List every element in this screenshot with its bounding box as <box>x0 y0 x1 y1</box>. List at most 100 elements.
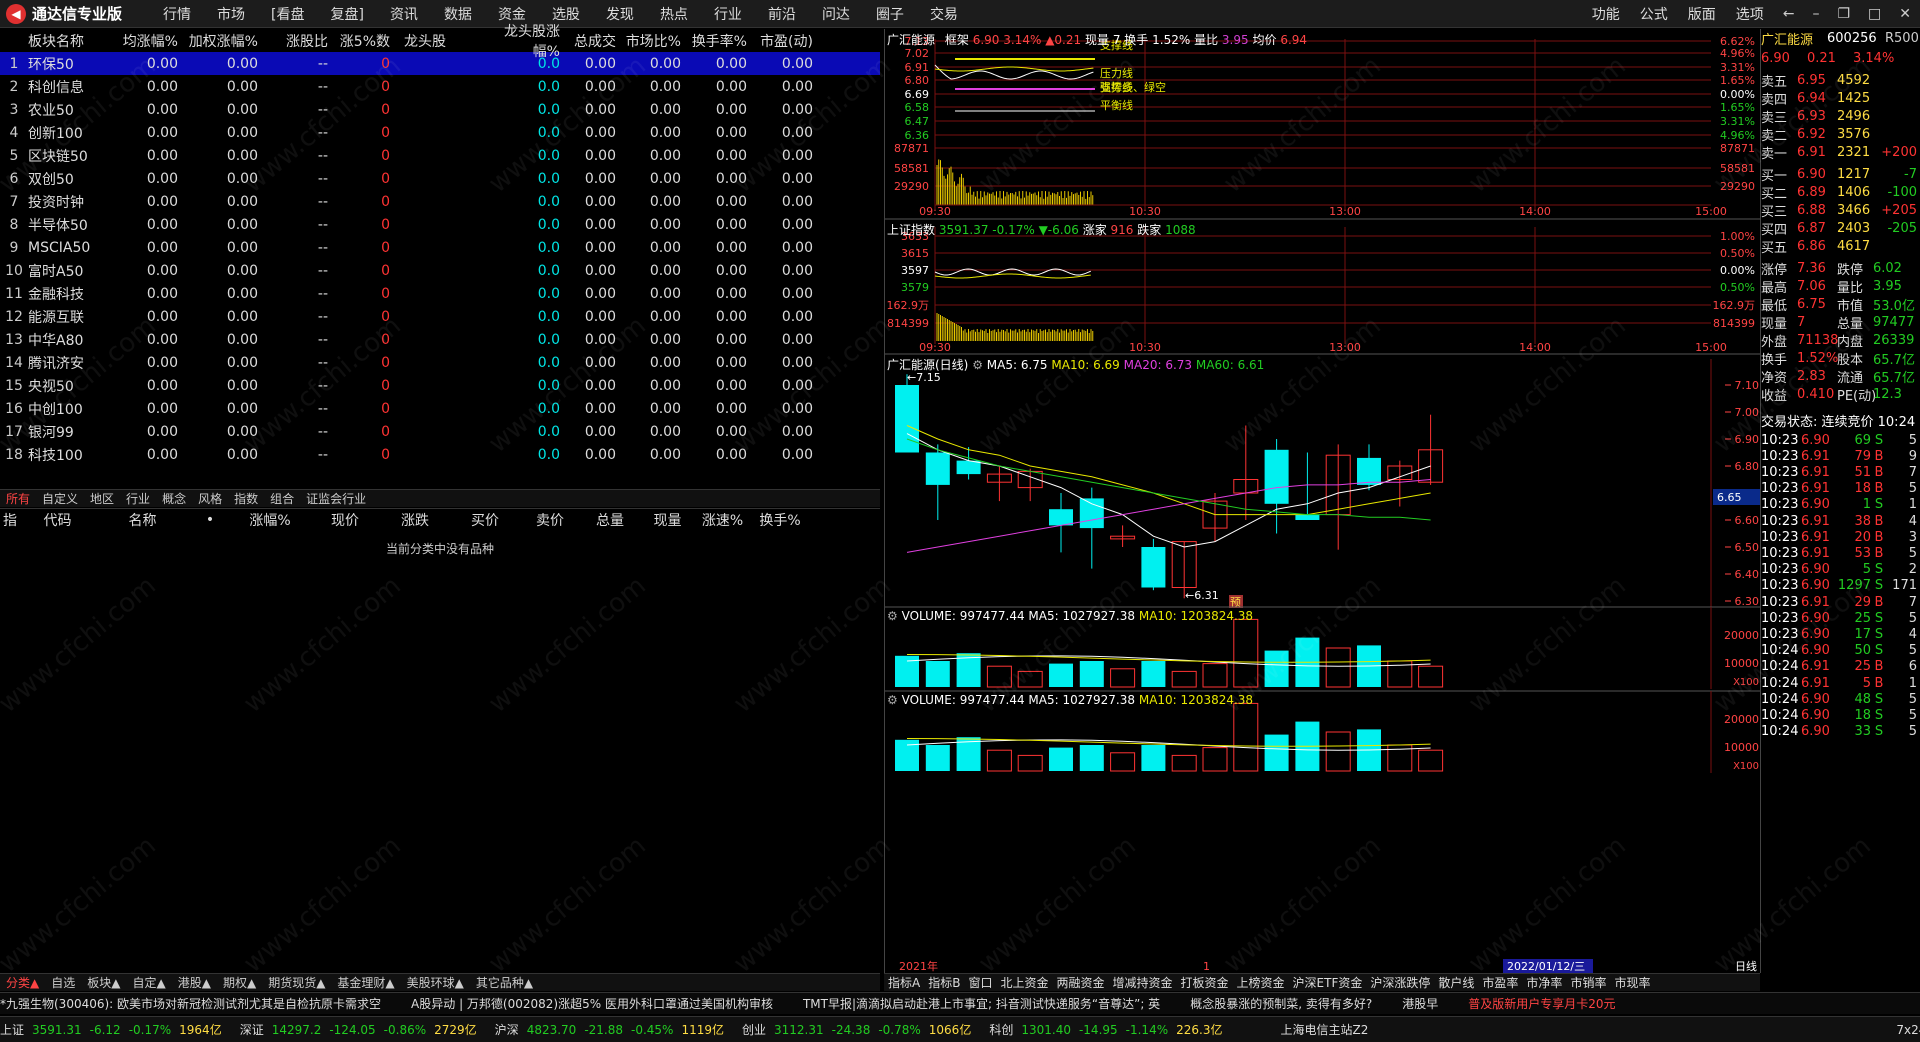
table-row[interactable]: 7 投资时钟 0.00 0.00 -- 0 0.0 0.00 0.00 0.00 0.00 <box>0 190 880 213</box>
indicator-tab-11[interactable]: 市盈率 <box>1478 974 1522 991</box>
table-row[interactable]: 8 半导体50 0.00 0.00 -- 0 0.0 0.00 0.00 0.00 0.00 <box>0 213 880 236</box>
table-row[interactable]: 17 银河99 0.00 0.00 -- 0 0.0 0.00 0.00 0.00 0.00 <box>0 420 880 443</box>
indicator-tab-10[interactable]: 散户线 <box>1434 974 1478 991</box>
table-row[interactable]: 18 科技100 0.00 0.00 -- 0 0.0 0.00 0.00 0.00 0.00 <box>0 443 880 466</box>
sector-name[interactable]: 科创信息 <box>28 77 110 97</box>
indicator-tab-4[interactable]: 两融资金 <box>1052 974 1108 991</box>
sector-tab-2[interactable]: 地区 <box>84 490 120 507</box>
sector-name[interactable]: 半导体50 <box>28 215 110 235</box>
sector-name[interactable]: 腾讯济安 <box>28 353 110 373</box>
clock-label[interactable]: 7x24 <box>1896 1023 1920 1037</box>
table-row[interactable]: 10 富时A50 0.00 0.00 -- 0 0.0 0.00 0.00 0.00 0.00 <box>0 259 880 282</box>
list-header-6[interactable]: 涨跌 <box>380 510 450 530</box>
list-header-0[interactable]: 指 <box>0 510 20 530</box>
menu-function[interactable]: 功能 <box>1582 4 1630 24</box>
sector-name[interactable]: 区块链50 <box>28 146 110 166</box>
sector-name[interactable]: 双创50 <box>28 169 110 189</box>
table-row[interactable]: 1 环保50 0.00 0.00 -- 0 0.0 0.00 0.00 0.00 0.00 <box>0 52 880 75</box>
menu-layout[interactable]: 版面 <box>1678 4 1726 24</box>
category-tab-1[interactable]: 自选 <box>45 974 81 991</box>
list-header-3[interactable]: • <box>190 512 230 528</box>
sector-tab-5[interactable]: 风格 <box>192 490 228 507</box>
indicator-tab-5[interactable]: 增减持资金 <box>1109 974 1177 991</box>
category-tab-6[interactable]: 期货现货▲ <box>262 974 331 991</box>
indicator-tab-8[interactable]: 沪深ETF资金 <box>1289 974 1367 991</box>
category-tab-3[interactable]: 自定▲ <box>126 974 171 991</box>
sector-tab-3[interactable]: 行业 <box>120 490 156 507</box>
table-row[interactable]: 13 中华A80 0.00 0.00 -- 0 0.0 0.00 0.00 0.00 0.00 <box>0 328 880 351</box>
menu-item-2[interactable]: [看盘 <box>258 4 317 24</box>
close-icon[interactable]: ✕ <box>1890 6 1920 22</box>
sector-name[interactable]: 金融科技 <box>28 284 110 304</box>
ticker-item-5[interactable]: 普及版新用户专享月卡20元 <box>1468 995 1615 1012</box>
list-header-1[interactable]: 代码 <box>20 510 95 530</box>
table-row[interactable]: 9 MSCIA50 0.00 0.00 -- 0 0.0 0.00 0.00 0.00 0.00 <box>0 236 880 259</box>
sector-tab-0[interactable]: 所有 <box>0 490 36 507</box>
table-row[interactable]: 11 金融科技 0.00 0.00 -- 0 0.0 0.00 0.00 0.00 0.00 <box>0 282 880 305</box>
menu-item-13[interactable]: 圈子 <box>863 4 917 24</box>
ticker-item-2[interactable]: TMT早报|滴滴拟启动赴港上市事宜; 抖音测试快递服务“音尊达”; 英 <box>803 995 1160 1012</box>
back-icon[interactable]: ← <box>1774 6 1804 22</box>
column-header-3[interactable]: 涨股比 <box>258 31 328 51</box>
intraday-frame[interactable]: 框架 <box>945 33 969 47</box>
sector-name[interactable]: 央视50 <box>28 376 110 396</box>
sector-name[interactable]: 能源互联 <box>28 307 110 327</box>
indicator-tab-6[interactable]: 打板资金 <box>1177 974 1233 991</box>
column-header-7[interactable]: 总成交 <box>560 31 616 51</box>
indicator-tab-9[interactable]: 沪深涨跌停 <box>1366 974 1434 991</box>
indicator-tab-14[interactable]: 市现率 <box>1610 974 1654 991</box>
table-row[interactable]: 4 创新100 0.00 0.00 -- 0 0.0 0.00 0.00 0.00 0.00 <box>0 121 880 144</box>
menu-item-3[interactable]: 复盘] <box>317 4 376 24</box>
maximize-icon[interactable]: □ <box>1859 6 1890 22</box>
minimize-icon[interactable]: – <box>1803 6 1828 22</box>
indicator-tab-0[interactable]: 指标A <box>884 974 924 991</box>
settings-icon[interactable]: ⚙ <box>887 609 898 623</box>
category-tab-8[interactable]: 美股环球▲ <box>401 974 470 991</box>
ticker-item-0[interactable]: *九强生物(300406): 欧美市场对新冠检测试剂尤其是自检抗原卡需求空 <box>0 995 381 1012</box>
table-row[interactable]: 2 科创信息 0.00 0.00 -- 0 0.0 0.00 0.00 0.00 0.00 <box>0 75 880 98</box>
column-header-0[interactable]: 板块名称 <box>28 31 110 51</box>
category-tab-4[interactable]: 港股▲ <box>172 974 217 991</box>
sector-name[interactable]: 环保50 <box>28 54 110 74</box>
menu-item-4[interactable]: 资讯 <box>377 4 431 24</box>
sector-tab-1[interactable]: 自定义 <box>36 490 84 507</box>
menu-item-14[interactable]: 交易 <box>917 4 971 24</box>
menu-item-12[interactable]: 问达 <box>809 4 863 24</box>
sector-name[interactable]: 创新100 <box>28 123 110 143</box>
settings-icon[interactable]: ⚙ <box>972 358 983 372</box>
menu-item-9[interactable]: 热点 <box>647 4 701 24</box>
menu-item-5[interactable]: 数据 <box>431 4 485 24</box>
sector-tab-4[interactable]: 概念 <box>156 490 192 507</box>
sector-tab-6[interactable]: 指数 <box>228 490 264 507</box>
menu-item-1[interactable]: 市场 <box>204 4 258 24</box>
column-header-5[interactable]: 龙头股 <box>390 31 490 51</box>
table-row[interactable]: 5 区块链50 0.00 0.00 -- 0 0.0 0.00 0.00 0.00 0.00 <box>0 144 880 167</box>
list-header-11[interactable]: 涨速% <box>695 510 750 530</box>
indicator-tab-12[interactable]: 市净率 <box>1522 974 1566 991</box>
sector-name[interactable]: 农业50 <box>28 100 110 120</box>
sector-tab-8[interactable]: 证监会行业 <box>300 490 372 507</box>
sector-tab-7[interactable]: 组合 <box>264 490 300 507</box>
menu-item-8[interactable]: 发现 <box>593 4 647 24</box>
indicator-tab-1[interactable]: 指标B <box>924 974 964 991</box>
table-row[interactable]: 16 中创100 0.00 0.00 -- 0 0.0 0.00 0.00 0.00 0.00 <box>0 397 880 420</box>
column-header-1[interactable]: 均涨幅% <box>110 31 178 51</box>
list-header-12[interactable]: 换手% <box>750 510 810 530</box>
column-header-6[interactable]: 龙头股涨幅% <box>490 21 560 61</box>
column-header-4[interactable]: 涨5%数 <box>328 31 390 51</box>
table-row[interactable]: 3 农业50 0.00 0.00 -- 0 0.0 0.00 0.00 0.00 0.00 <box>0 98 880 121</box>
menu-formula[interactable]: 公式 <box>1630 4 1678 24</box>
ticker-item-1[interactable]: A股异动 | 万邦德(002082)涨超5% 医用外科口罩通过美国机构审核 <box>411 995 773 1012</box>
category-tab-9[interactable]: 其它品种▲ <box>470 974 539 991</box>
sector-name[interactable]: 富时A50 <box>28 261 110 281</box>
sector-name[interactable]: 银河99 <box>28 422 110 442</box>
list-header-10[interactable]: 现量 <box>640 510 695 530</box>
category-tab-7[interactable]: 基金理财▲ <box>331 974 400 991</box>
list-header-2[interactable]: 名称 <box>95 510 190 530</box>
menu-options[interactable]: 选项 <box>1726 4 1774 24</box>
sector-name[interactable]: 中华A80 <box>28 330 110 350</box>
table-row[interactable]: 6 双创50 0.00 0.00 -- 0 0.0 0.00 0.00 0.00 0.00 <box>0 167 880 190</box>
ticker-item-4[interactable]: 港股早 <box>1402 995 1438 1012</box>
indicator-tab-7[interactable]: 上榜资金 <box>1233 974 1289 991</box>
category-tab-0[interactable]: 分类▲ <box>0 974 45 991</box>
